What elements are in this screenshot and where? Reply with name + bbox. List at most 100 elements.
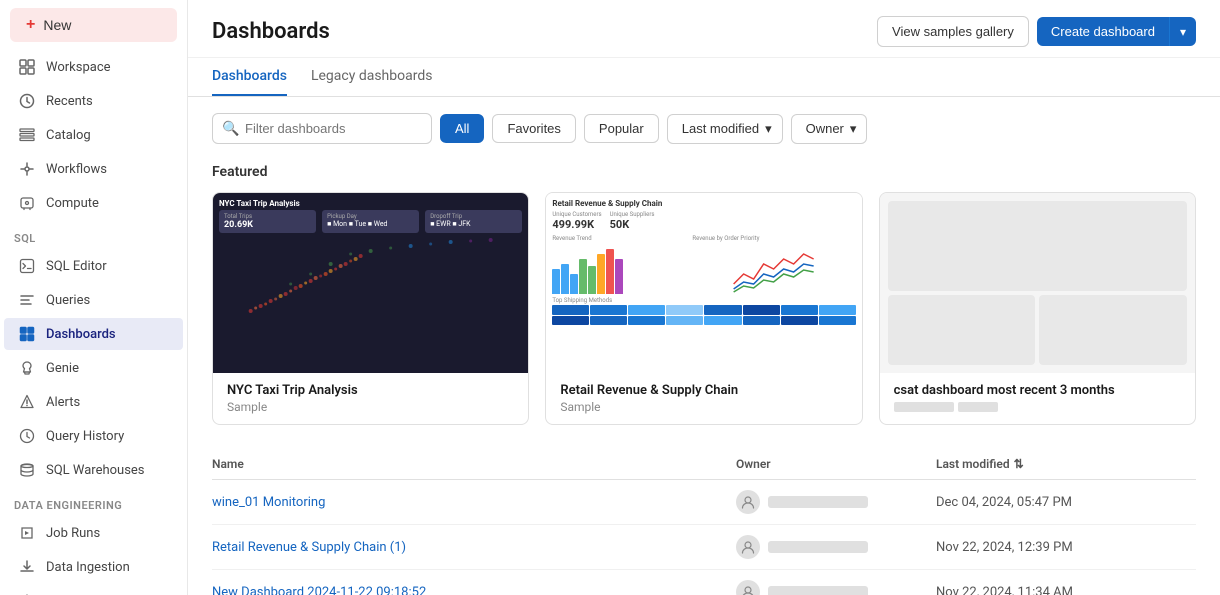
row-3-name: New Dashboard 2024-11-22 09:18:52 [212, 585, 736, 595]
filter-favorites-button[interactable]: Favorites [492, 114, 575, 143]
filter-popular-button[interactable]: Popular [584, 114, 659, 143]
card-preview-nyc-taxi: NYC Taxi Trip Analysis Total Trips 20.69… [213, 193, 528, 373]
sidebar-item-job-runs[interactable]: Job Runs [4, 517, 183, 549]
workspace-icon [18, 58, 36, 76]
sidebar-item-workspace[interactable]: Workspace [4, 51, 183, 83]
catalog-icon [18, 126, 36, 144]
new-button-label: New [43, 17, 71, 33]
sidebar-alerts-label: Alerts [46, 395, 80, 410]
row-1-owner-icon [736, 490, 760, 514]
filter-all-button[interactable]: All [440, 114, 484, 143]
row-2-name-link[interactable]: Retail Revenue & Supply Chain (1) [212, 540, 406, 555]
sidebar-item-workflows[interactable]: Workflows [4, 153, 183, 185]
page-title: Dashboards [212, 19, 330, 44]
create-dashboard-dropdown-button[interactable]: ▾ [1169, 17, 1196, 46]
sidebar-item-alerts[interactable]: Alerts [4, 386, 183, 418]
queries-icon [18, 291, 36, 309]
sidebar-item-sql-editor[interactable]: SQL Editor [4, 250, 183, 282]
card-subtitle-nyc-taxi: Sample [227, 400, 514, 414]
header-actions: View samples gallery Create dashboard ▾ [877, 16, 1196, 47]
sidebar-compute-label: Compute [46, 196, 99, 211]
sidebar-item-compute[interactable]: Compute [4, 187, 183, 219]
sidebar-data-ingestion-label: Data Ingestion [46, 560, 130, 575]
tab-legacy-dashboards[interactable]: Legacy dashboards [311, 58, 433, 96]
sql-warehouses-icon [18, 461, 36, 479]
sidebar-item-delta-live-tables[interactable]: Delta Live Tables [4, 585, 183, 595]
row-1-name-link[interactable]: wine_01 Monitoring [212, 495, 325, 510]
query-history-icon [18, 427, 36, 445]
sidebar-item-catalog[interactable]: Catalog [4, 119, 183, 151]
filter-last-modified-button[interactable]: Last modified ▾ [667, 114, 783, 144]
table-row: wine_01 Monitoring Dec 04, 2024, 05:47 P… [212, 480, 1196, 525]
create-dashboard-button-group: Create dashboard ▾ [1037, 17, 1196, 46]
sql-section-label: SQL [0, 220, 187, 249]
search-input-wrap: 🔍 [212, 113, 432, 144]
sidebar: + New Workspace Recents [0, 0, 188, 595]
taxi-preview-title: NYC Taxi Trip Analysis [219, 199, 522, 208]
row-2-owner [736, 535, 936, 559]
workflows-icon [18, 160, 36, 178]
featured-card-retail-revenue[interactable]: Retail Revenue & Supply Chain Unique Cus… [545, 192, 862, 425]
sort-icon: ⇅ [1014, 457, 1024, 471]
card-subtitle-retail-revenue: Sample [560, 400, 847, 414]
card-title-nyc-taxi: NYC Taxi Trip Analysis [227, 383, 514, 398]
sidebar-query-history-label: Query History [46, 429, 124, 444]
retail-chart-preview: Retail Revenue & Supply Chain Unique Cus… [546, 193, 861, 373]
table-row: New Dashboard 2024-11-22 09:18:52 Nov 22… [212, 570, 1196, 595]
search-icon: 🔍 [222, 121, 239, 137]
sidebar-item-genie[interactable]: Genie [4, 352, 183, 384]
sidebar-item-queries[interactable]: Queries [4, 284, 183, 316]
sidebar-item-query-history[interactable]: Query History [4, 420, 183, 452]
col-header-owner: Owner [736, 457, 936, 471]
taxi-chart-preview: NYC Taxi Trip Analysis Total Trips 20.69… [213, 193, 528, 373]
sidebar-genie-label: Genie [46, 361, 79, 376]
card-title-retail-revenue: Retail Revenue & Supply Chain [560, 383, 847, 398]
row-3-owner [736, 580, 936, 595]
row-2-owner-icon [736, 535, 760, 559]
sidebar-sql-editor-label: SQL Editor [46, 259, 107, 274]
view-samples-button[interactable]: View samples gallery [877, 16, 1029, 47]
sidebar-recents-label: Recents [46, 94, 93, 109]
featured-grid: NYC Taxi Trip Analysis Total Trips 20.69… [212, 192, 1196, 425]
sidebar-item-dashboards[interactable]: Dashboards [4, 318, 183, 350]
col-header-last-modified[interactable]: Last modified ⇅ [936, 457, 1196, 471]
filter-owner-button[interactable]: Owner ▾ [791, 114, 868, 144]
create-dashboard-button[interactable]: Create dashboard [1037, 17, 1169, 46]
genie-icon [18, 359, 36, 377]
alerts-icon [18, 393, 36, 411]
dashboards-table: Name Owner Last modified ⇅ wine_01 Monit… [212, 449, 1196, 595]
main-content: Dashboards View samples gallery Create d… [188, 0, 1220, 595]
job-runs-icon [18, 524, 36, 542]
tabs-bar: Dashboards Legacy dashboards [188, 58, 1220, 97]
featured-card-csat[interactable]: csat dashboard most recent 3 months [879, 192, 1196, 425]
search-input[interactable] [212, 113, 432, 144]
chevron-down-icon: ▾ [1180, 25, 1186, 39]
featured-card-nyc-taxi[interactable]: NYC Taxi Trip Analysis Total Trips 20.69… [212, 192, 529, 425]
row-3-owner-name-blur [768, 586, 868, 595]
retail-preview-title: Retail Revenue & Supply Chain [552, 199, 855, 208]
main-header: Dashboards View samples gallery Create d… [188, 0, 1220, 58]
table-header: Name Owner Last modified ⇅ [212, 449, 1196, 480]
row-3-name-link[interactable]: New Dashboard 2024-11-22 09:18:52 [212, 585, 426, 595]
sidebar-item-sql-warehouses[interactable]: SQL Warehouses [4, 454, 183, 486]
last-modified-chevron-icon: ▾ [765, 121, 772, 137]
sidebar-queries-label: Queries [46, 293, 90, 308]
clock-icon [18, 92, 36, 110]
content-area: 🔍 All Favorites Popular Last modified ▾ … [188, 97, 1220, 595]
row-2-last-modified: Nov 22, 2024, 12:39 PM [936, 540, 1196, 555]
sidebar-workspace-label: Workspace [46, 60, 111, 75]
card-preview-retail-revenue: Retail Revenue & Supply Chain Unique Cus… [546, 193, 861, 373]
table-row: Retail Revenue & Supply Chain (1) Nov 22… [212, 525, 1196, 570]
row-2-name: Retail Revenue & Supply Chain (1) [212, 540, 736, 555]
sidebar-item-data-ingestion[interactable]: Data Ingestion [4, 551, 183, 583]
filter-row: 🔍 All Favorites Popular Last modified ▾ … [212, 113, 1196, 144]
row-1-owner [736, 490, 936, 514]
card-preview-csat [880, 193, 1195, 373]
row-1-name: wine_01 Monitoring [212, 495, 736, 510]
sidebar-item-recents[interactable]: Recents [4, 85, 183, 117]
featured-section-title: Featured [212, 164, 1196, 180]
card-info-retail-revenue: Retail Revenue & Supply Chain Sample [546, 373, 861, 424]
new-button[interactable]: + New [10, 8, 177, 42]
last-modified-label: Last modified [682, 121, 759, 136]
tab-dashboards[interactable]: Dashboards [212, 58, 287, 96]
